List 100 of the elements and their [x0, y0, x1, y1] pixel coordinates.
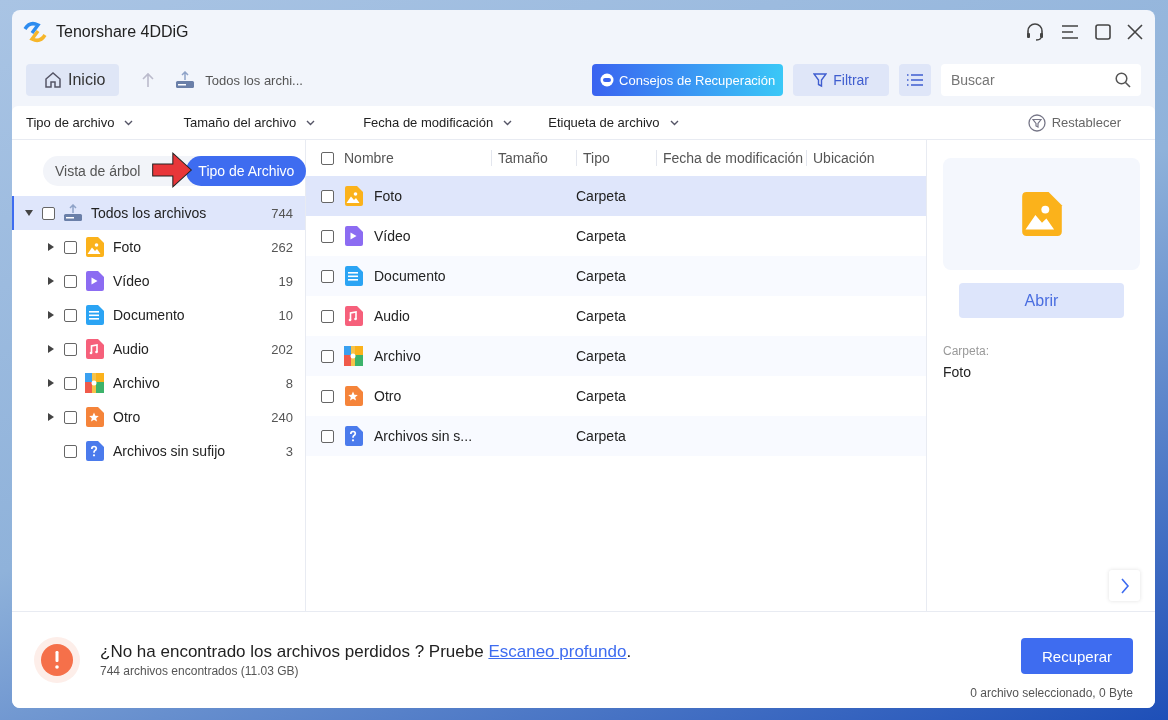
- detail-value: Foto: [943, 364, 972, 380]
- column-header[interactable]: Ubicación: [806, 150, 875, 166]
- list-icon: [906, 73, 924, 87]
- chevron-down-icon: [124, 119, 134, 126]
- tree-item[interactable]: Documento 10: [12, 298, 305, 332]
- file-count: 19: [278, 273, 293, 289]
- table-cell: Carpeta: [576, 268, 626, 284]
- tree-item[interactable]: Vídeo 19: [12, 264, 305, 298]
- image-file-icon: [344, 186, 364, 206]
- warning-icon: [34, 637, 80, 683]
- checkbox[interactable]: [321, 229, 334, 243]
- music-file-icon: [344, 306, 364, 326]
- checkbox[interactable]: [321, 151, 334, 165]
- question-file-icon: [85, 441, 105, 461]
- column-header[interactable]: Tipo: [576, 150, 610, 166]
- recover-button[interactable]: Recuperar: [1021, 638, 1133, 674]
- table-cell: Carpeta: [576, 188, 626, 204]
- menu-icon[interactable]: [1061, 24, 1079, 40]
- tree-label: Todos los archivos: [91, 205, 208, 221]
- expand-triangle-icon[interactable]: [48, 277, 54, 285]
- table-cell: Vídeo: [374, 228, 411, 244]
- table-row[interactable]: Documento Carpeta: [306, 256, 926, 296]
- expand-triangle-icon[interactable]: [48, 413, 54, 421]
- maximize-icon[interactable]: [1095, 24, 1111, 40]
- filter-dropdown[interactable]: Tamaño del archivo: [183, 115, 316, 130]
- chevron-right-icon: [1119, 577, 1130, 594]
- checkbox[interactable]: [64, 342, 77, 356]
- open-button[interactable]: Abrir: [959, 283, 1124, 318]
- expand-triangle-icon[interactable]: [48, 379, 54, 387]
- star-file-icon: [85, 407, 105, 427]
- checkbox[interactable]: [321, 309, 334, 323]
- filter-dropdown[interactable]: Etiqueta de archivo: [548, 115, 679, 130]
- breadcrumb-text[interactable]: Todos los archi...: [205, 72, 303, 88]
- table-cell: Archivos sin s...: [374, 428, 473, 444]
- checkbox[interactable]: [64, 274, 77, 288]
- tree-item[interactable]: Otro 240: [12, 400, 305, 434]
- checkbox[interactable]: [64, 376, 77, 390]
- list-view-button[interactable]: [899, 64, 931, 96]
- collapse-triangle-icon[interactable]: [25, 210, 33, 216]
- table-row[interactable]: Foto Carpeta: [306, 176, 926, 216]
- funnel-icon: [813, 72, 828, 88]
- checkbox[interactable]: [64, 308, 77, 322]
- tree-item[interactable]: Audio 202: [12, 332, 305, 366]
- table-row[interactable]: Archivo Carpeta: [306, 336, 926, 376]
- view-tab[interactable]: Vista de árbol: [55, 163, 141, 179]
- checkbox[interactable]: [321, 429, 334, 443]
- tree-item[interactable]: Foto 262: [12, 230, 305, 264]
- filter-dropdown[interactable]: Tipo de archivo: [26, 115, 134, 130]
- tree-label: Archivos sin sufijo: [113, 443, 227, 459]
- selection-summary: 0 archivo seleccionado, 0 Byte: [970, 686, 1133, 700]
- archive-file-icon: [344, 346, 364, 366]
- question-file-icon: [344, 426, 364, 446]
- video-file-icon: [85, 271, 105, 291]
- expand-triangle-icon[interactable]: [48, 243, 54, 251]
- filter-button[interactable]: Filtrar: [793, 64, 889, 96]
- checkbox[interactable]: [321, 349, 334, 363]
- tree-item[interactable]: Archivo 8: [12, 366, 305, 400]
- home-button[interactable]: Inicio: [26, 64, 120, 96]
- table-cell: Carpeta: [576, 348, 626, 364]
- checkbox[interactable]: [64, 444, 77, 458]
- file-count: 10: [278, 307, 293, 323]
- headset-icon[interactable]: [1025, 22, 1045, 42]
- tree-label: Vídeo: [113, 273, 151, 289]
- close-icon[interactable]: [1127, 24, 1143, 40]
- reset-button[interactable]: Restablecer: [1021, 112, 1127, 133]
- column-header[interactable]: Tamaño: [491, 150, 548, 166]
- tree-item[interactable]: Archivos sin sufijo 3: [12, 434, 305, 468]
- chevron-down-icon: [503, 119, 513, 126]
- view-tab[interactable]: Tipo de Archivo: [186, 156, 307, 186]
- column-header[interactable]: Fecha de modificación: [656, 150, 804, 166]
- chevron-down-icon: [669, 119, 679, 126]
- file-count: 262: [271, 239, 293, 255]
- table-cell: Carpeta: [576, 428, 626, 444]
- next-button[interactable]: [1109, 570, 1140, 601]
- table-cell: Carpeta: [576, 228, 626, 244]
- checkbox[interactable]: [321, 189, 334, 203]
- window-title: Tenorshare 4DDiG: [56, 23, 189, 41]
- deep-scan-link[interactable]: Escaneo profundo: [488, 642, 627, 661]
- checkbox[interactable]: [321, 389, 334, 403]
- tree-label: Foto: [113, 239, 142, 255]
- column-header[interactable]: Nombre: [344, 150, 394, 166]
- document-file-icon: [85, 305, 105, 325]
- checkbox[interactable]: [321, 269, 334, 283]
- expand-triangle-icon[interactable]: [48, 311, 54, 319]
- table-row[interactable]: Archivos sin s... Carpeta: [306, 416, 926, 456]
- document-file-icon: [344, 266, 364, 286]
- expand-triangle-icon[interactable]: [48, 345, 54, 353]
- star-file-icon: [344, 386, 364, 406]
- music-file-icon: [85, 339, 105, 359]
- file-count: 3: [285, 443, 293, 459]
- checkbox[interactable]: [64, 410, 77, 424]
- tree-label: Audio: [113, 341, 150, 357]
- search-field[interactable]: Buscar: [941, 64, 1141, 96]
- search-icon[interactable]: [1115, 72, 1131, 88]
- filter-dropdown[interactable]: Fecha de modificación: [363, 115, 513, 130]
- checkbox[interactable]: [42, 206, 55, 220]
- tree-label: Documento: [113, 307, 186, 323]
- app-logo-icon: [22, 21, 48, 43]
- tree-item[interactable]: Todos los archivos 744: [12, 196, 305, 230]
- checkbox[interactable]: [64, 240, 77, 254]
